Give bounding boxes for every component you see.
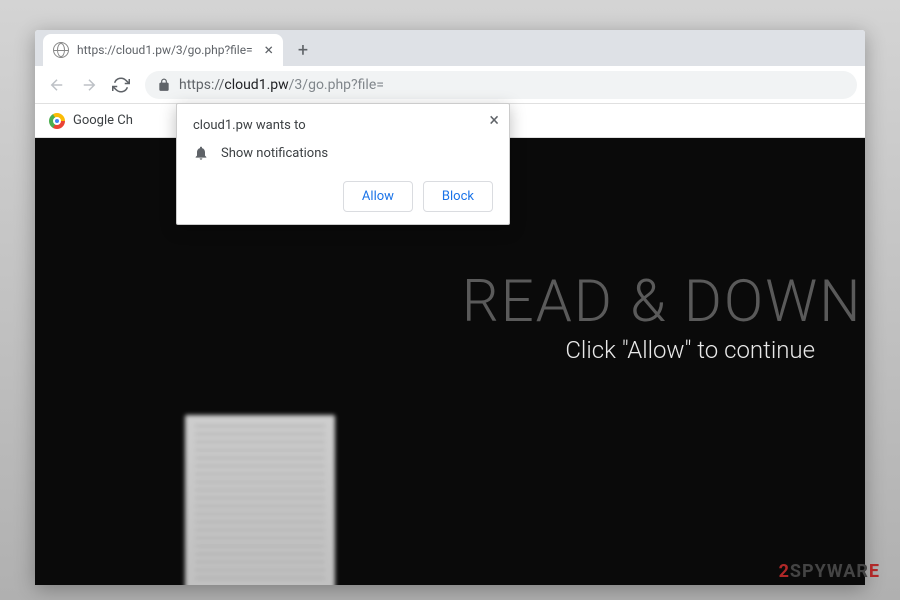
watermark-part2: SPYWAR — [790, 561, 869, 582]
popup-title: cloud1.pw wants to — [193, 118, 493, 133]
watermark-part1: 2 — [779, 561, 790, 582]
close-icon[interactable]: × — [489, 112, 499, 130]
tab-title: https://cloud1.pw/3/go.php?file= — [77, 43, 256, 57]
popup-permission-row: Show notifications — [193, 145, 493, 161]
url-protocol: https:// — [179, 77, 224, 93]
forward-button[interactable] — [75, 71, 103, 99]
url-host: cloud1.pw — [224, 77, 288, 93]
reload-button[interactable] — [107, 71, 135, 99]
allow-button[interactable]: Allow — [343, 181, 413, 212]
notification-permission-popup: × cloud1.pw wants to Show notifications … — [176, 103, 510, 225]
address-row: https://cloud1.pw/3/go.php?file= — [35, 66, 865, 104]
watermark: 2SPYWARE — [779, 561, 880, 582]
preview-document-thumbnail — [185, 415, 335, 585]
preview-box — [185, 415, 335, 585]
subline-text: Click "Allow" to continue — [565, 336, 815, 364]
address-bar[interactable]: https://cloud1.pw/3/go.php?file= — [145, 71, 857, 99]
url-path: /3/go.php?file= — [289, 77, 384, 93]
back-button[interactable] — [43, 71, 71, 99]
lock-icon — [157, 78, 171, 92]
close-icon[interactable]: × — [264, 42, 273, 58]
bell-icon — [193, 145, 209, 161]
globe-icon — [53, 42, 69, 58]
permission-label: Show notifications — [221, 146, 328, 161]
popup-actions: Allow Block — [193, 181, 493, 212]
browser-tab[interactable]: https://cloud1.pw/3/go.php?file= × — [43, 34, 283, 66]
tab-bar: https://cloud1.pw/3/go.php?file= × + — [35, 30, 865, 66]
new-tab-button[interactable]: + — [289, 36, 317, 64]
headline-text: READ & DOWNL — [462, 268, 865, 336]
block-button[interactable]: Block — [423, 181, 493, 212]
chrome-icon — [49, 113, 65, 129]
watermark-part3: E — [869, 561, 880, 582]
url-text: https://cloud1.pw/3/go.php?file= — [179, 77, 384, 93]
bookmark-label[interactable]: Google Ch — [73, 113, 133, 128]
